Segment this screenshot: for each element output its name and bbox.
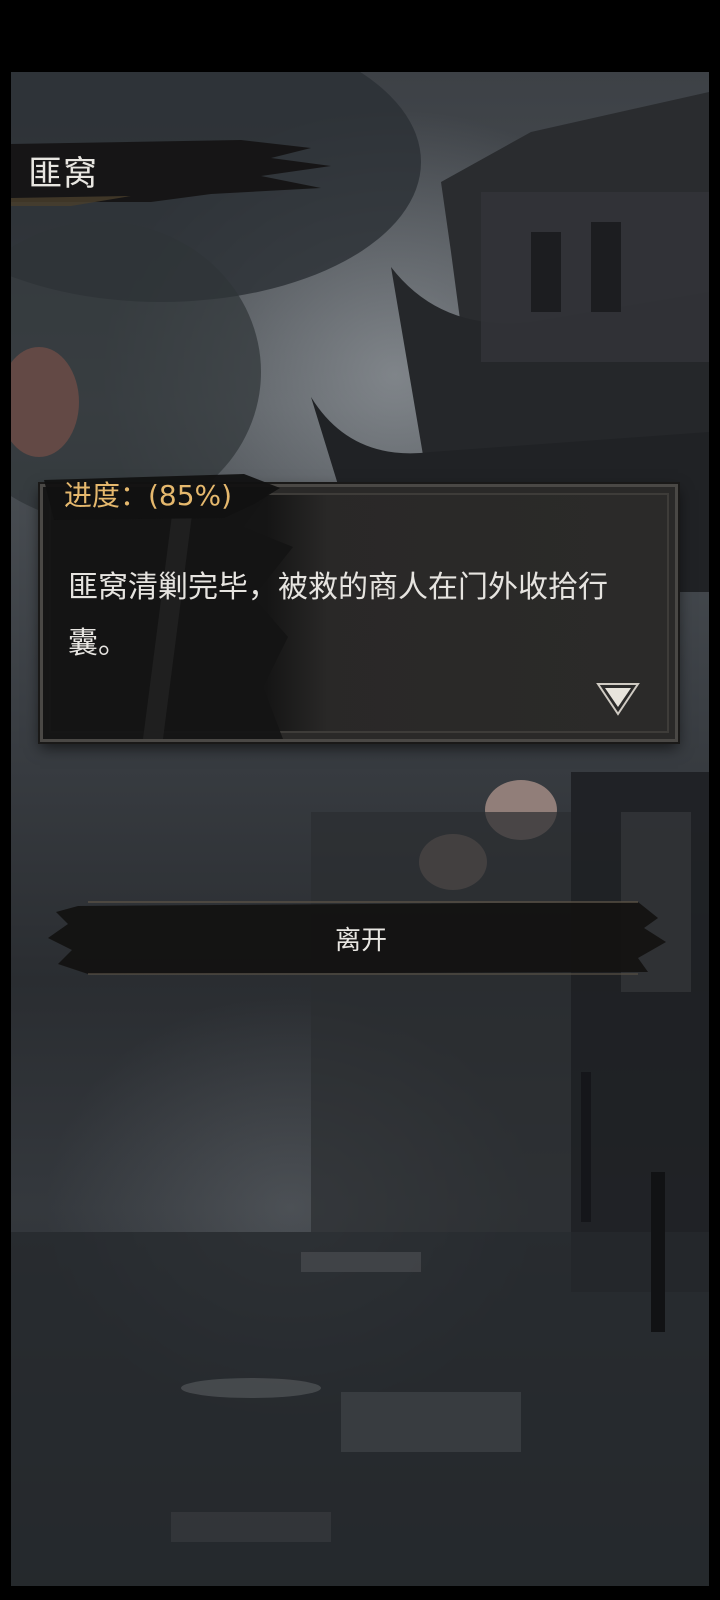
leave-button[interactable]: 离开 bbox=[48, 898, 674, 978]
progress-label: 进度：(85%) bbox=[64, 479, 233, 512]
dialog-text: 匪窝清剿完毕，被救的商人在门外收拾行囊。 bbox=[68, 570, 608, 661]
rainy-street-illustration bbox=[11, 72, 709, 1586]
triangle-down-icon[interactable] bbox=[596, 680, 640, 716]
background-scene bbox=[11, 72, 709, 1586]
leave-button-label: 离开 bbox=[334, 925, 387, 956]
location-title: 匪窝 bbox=[28, 154, 98, 194]
